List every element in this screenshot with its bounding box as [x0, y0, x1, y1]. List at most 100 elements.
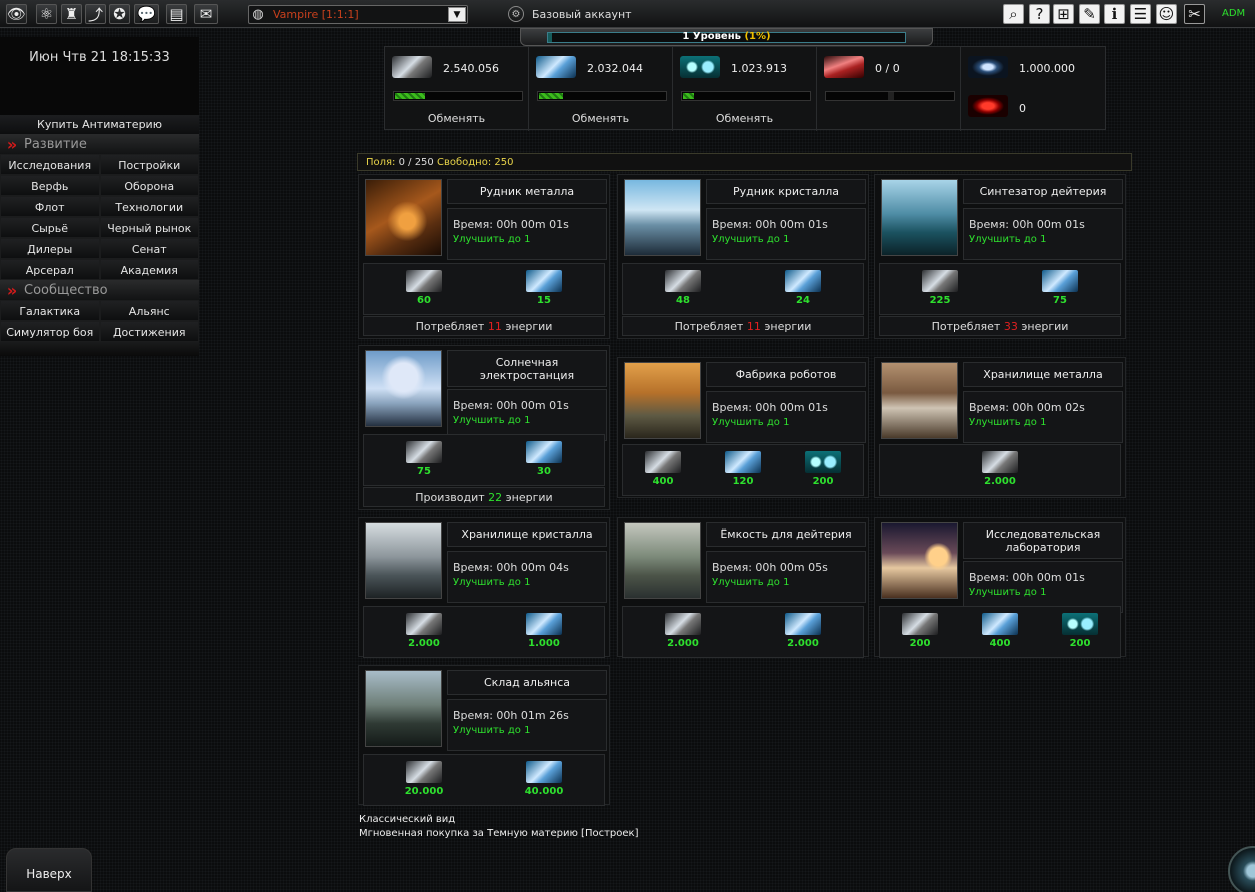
info-icon[interactable]: ℹ: [1104, 4, 1125, 24]
level-text: 1 Уровень: [682, 31, 741, 42]
building-image[interactable]: [624, 179, 701, 256]
building-image[interactable]: [881, 522, 958, 599]
rank-icon[interactable]: ♜: [61, 4, 82, 24]
upgrade-link[interactable]: Улучшить до 1: [969, 234, 1122, 245]
message-icon[interactable]: ▤: [166, 4, 187, 24]
sidebar-menu-item[interactable]: Оборона: [99, 175, 199, 196]
chevron-down-icon[interactable]: ▼: [448, 7, 466, 22]
metal-icon: [665, 270, 701, 292]
deuterium-exchange-link[interactable]: Обменять: [673, 112, 816, 125]
upgrade-link[interactable]: Улучшить до 1: [969, 417, 1122, 428]
cost-value: 2.000: [667, 638, 699, 649]
metal-exchange-link[interactable]: Обменять: [385, 112, 528, 125]
sidebar-menu-item[interactable]: Флот: [0, 196, 100, 217]
sidebar-menu-item[interactable]: Достижения: [99, 321, 199, 342]
cost-item: 48: [665, 270, 701, 306]
sidebar-menu-item[interactable]: Постройки: [99, 154, 199, 175]
document-icon[interactable]: ☰: [1130, 4, 1151, 24]
sidebar-menu-item[interactable]: Симулятор боя: [0, 321, 100, 342]
resource-deuterium: 1.023.913 Обменять: [673, 47, 817, 131]
buy-antimatter-link[interactable]: Купить Антиматерию: [0, 115, 199, 134]
cost-item: 24: [785, 270, 821, 306]
energy-bar: [825, 91, 955, 101]
sidebar-menu-item[interactable]: Верфь: [0, 175, 100, 196]
building-image[interactable]: [881, 362, 958, 439]
building-image[interactable]: [624, 362, 701, 439]
building-image[interactable]: [365, 179, 442, 256]
building-card: Рудник металла Время: 00h 00m 01s Улучшить…: [358, 174, 610, 339]
cost-value: 75: [417, 466, 431, 477]
search-icon[interactable]: ⌕: [1003, 4, 1024, 24]
sidebar-menu-item[interactable]: Сырьё: [0, 217, 100, 238]
building-name[interactable]: Склад альянса: [447, 670, 607, 695]
sidebar-menu-item[interactable]: Технологии: [99, 196, 199, 217]
medal-icon[interactable]: ✪: [109, 4, 130, 24]
atom-icon[interactable]: ⚛: [36, 4, 57, 24]
sidebar-menu-item[interactable]: Альянс: [99, 300, 199, 321]
upgrade-link[interactable]: Улучшить до 1: [453, 415, 606, 426]
account-type: ⚙ Базовый аккаунт: [508, 6, 632, 22]
building-name[interactable]: Хранилище металла: [963, 362, 1123, 387]
corner-orb-icon[interactable]: [1228, 846, 1255, 892]
mail-icon[interactable]: ✉: [194, 4, 218, 24]
classic-view-link[interactable]: Классический вид: [359, 813, 638, 827]
building-name[interactable]: Хранилище кристалла: [447, 522, 607, 547]
planet-selector[interactable]: ◍ Vampire [1:1:1] ▼: [248, 5, 468, 24]
building-card: Исследовательская лаборатория Время: 00h …: [874, 517, 1126, 658]
upgrade-link[interactable]: Улучшить до 1: [453, 577, 606, 588]
building-card: Склад альянса Время: 00h 01m 26s Улучшить …: [358, 665, 610, 806]
crystal-icon: [526, 613, 562, 635]
sidebar-menu-item[interactable]: Академия: [99, 259, 199, 280]
cost-value: 48: [676, 295, 690, 306]
crystal-icon: [526, 270, 562, 292]
cost-value: 400: [989, 638, 1011, 649]
metal-icon: [665, 613, 701, 635]
upgrade-link[interactable]: Улучшить до 1: [712, 417, 865, 428]
tools-icon[interactable]: ✂: [1184, 4, 1205, 24]
building-name[interactable]: Исследовательская лаборатория: [963, 522, 1123, 559]
crystal-storage-bar: [537, 91, 667, 101]
building-image[interactable]: [881, 179, 958, 256]
building-cost: 2.000: [879, 444, 1121, 496]
cost-item: 200: [805, 451, 841, 487]
user-icon[interactable]: ☺: [1156, 4, 1177, 24]
sidebar-menu-item[interactable]: Арсерал: [0, 259, 100, 280]
building-name[interactable]: Ёмкость для дейтерия: [706, 522, 866, 547]
admin-label[interactable]: ADM: [1222, 8, 1245, 19]
building-image[interactable]: [365, 670, 442, 747]
eye-icon[interactable]: 👁: [6, 4, 27, 24]
cost-item: 400: [645, 451, 681, 487]
building-image[interactable]: [624, 522, 701, 599]
upgrade-link[interactable]: Улучшить до 1: [712, 577, 865, 588]
building-name[interactable]: Рудник кристалла: [706, 179, 866, 204]
upgrade-link[interactable]: Улучшить до 1: [712, 234, 865, 245]
building-info: Время: 00h 00m 01s Улучшить до 1: [706, 391, 866, 443]
sidebar-menu-item[interactable]: Сенат: [99, 238, 199, 259]
upgrade-link[interactable]: Улучшить до 1: [969, 587, 1122, 598]
stats-icon[interactable]: ⤴: [85, 4, 106, 24]
sidebar-menu-item[interactable]: Исследования: [0, 154, 100, 175]
deuterium-icon: [1062, 613, 1098, 635]
sidebar-menu-item[interactable]: Черный рынок: [99, 217, 199, 238]
building-name[interactable]: Солнечная электростанция: [447, 350, 607, 387]
help-icon[interactable]: ?: [1029, 4, 1050, 24]
building-image[interactable]: [365, 350, 442, 427]
building-name[interactable]: Синтезатор дейтерия: [963, 179, 1123, 204]
sidebar-menu-item[interactable]: Галактика: [0, 300, 100, 321]
building-name[interactable]: Рудник металла: [447, 179, 607, 204]
upgrade-link[interactable]: Улучшить до 1: [453, 234, 606, 245]
building-image[interactable]: [365, 522, 442, 599]
building-name[interactable]: Фабрика роботов: [706, 362, 866, 387]
sidebar-menu-item[interactable]: Дилеры: [0, 238, 100, 259]
upgrade-link[interactable]: Улучшить до 1: [453, 725, 606, 736]
sidebar-footer: [0, 342, 199, 356]
cost-value: 2.000: [408, 638, 440, 649]
chat-icon[interactable]: 💬: [134, 4, 159, 24]
building-info: Время: 00h 00m 01s Улучшить до 1: [447, 208, 607, 260]
instant-buy-link[interactable]: Мгновенная покупка за Темную материю [По…: [359, 827, 638, 841]
crystal-exchange-link[interactable]: Обменять: [529, 112, 672, 125]
network-icon[interactable]: ⊞: [1053, 4, 1074, 24]
building-info: Время: 00h 00m 01s Улучшить до 1: [706, 208, 866, 260]
notes-icon[interactable]: ✎: [1079, 4, 1100, 24]
back-to-top-button[interactable]: Наверх: [6, 848, 92, 892]
